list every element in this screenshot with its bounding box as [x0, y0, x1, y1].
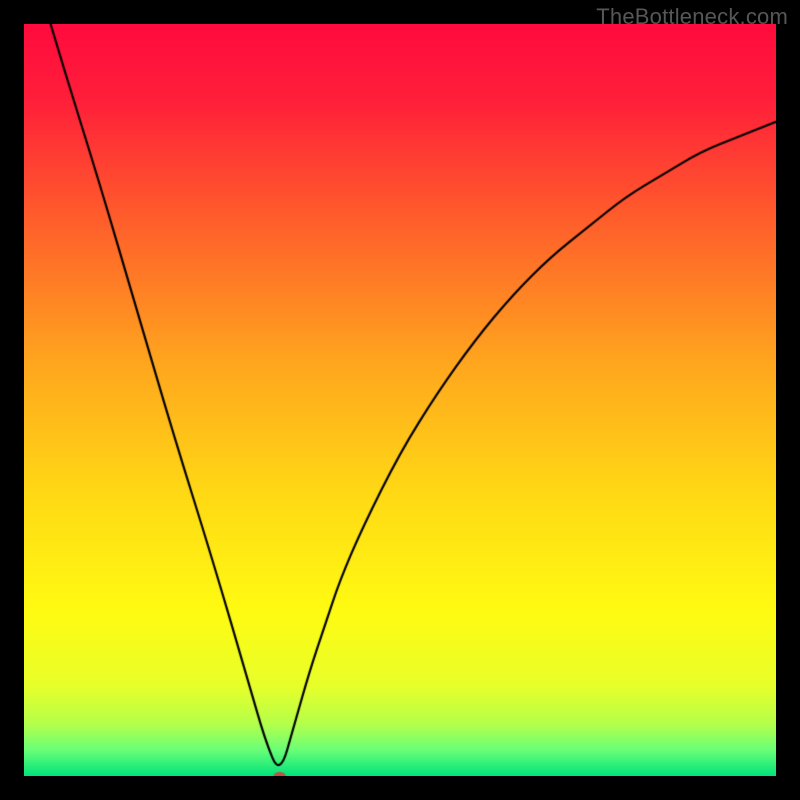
gradient-background — [24, 24, 776, 776]
chart-frame: TheBottleneck.com — [0, 0, 800, 800]
